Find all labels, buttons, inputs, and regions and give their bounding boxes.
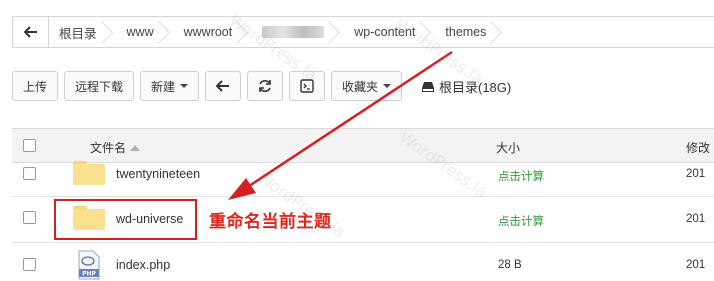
- back-arrow-icon: [23, 26, 37, 38]
- breadcrumb-item-root[interactable]: 根目录: [49, 17, 117, 47]
- file-date: 201: [686, 213, 706, 225]
- calculate-size-link[interactable]: 点击计算: [498, 213, 544, 229]
- breadcrumb: 根目录 www wwwroot wp-content themes: [12, 16, 714, 48]
- breadcrumb-back-button[interactable]: [13, 17, 49, 47]
- remote-download-button[interactable]: 远程下载: [64, 71, 135, 101]
- breadcrumb-item-wp-content[interactable]: wp-content: [344, 17, 435, 47]
- file-name[interactable]: twentynineteen: [116, 167, 200, 181]
- php-file-icon: PHP: [78, 250, 100, 280]
- breadcrumb-item-wwwroot[interactable]: wwwroot: [174, 17, 253, 47]
- terminal-icon: [300, 79, 314, 93]
- toolbar: 上传 远程下载 新建 收藏夹: [12, 71, 403, 101]
- caret-down-icon: [180, 84, 189, 88]
- table-row[interactable]: PHP index.php 28 B 201: [12, 243, 714, 281]
- column-header-modified[interactable]: 修改: [686, 139, 710, 156]
- breadcrumb-item-site[interactable]: [252, 17, 344, 47]
- annotation-text: 重命名当前主题: [209, 212, 332, 232]
- highlight-box: [54, 199, 197, 240]
- file-name[interactable]: index.php: [116, 258, 170, 272]
- hard-drive-icon: [422, 81, 434, 92]
- refresh-icon: [259, 80, 271, 92]
- file-date: 201: [686, 168, 706, 180]
- row-checkbox[interactable]: [23, 211, 36, 224]
- calculate-size-link[interactable]: 点击计算: [498, 168, 544, 184]
- file-date: 201: [686, 259, 706, 271]
- new-dropdown-button[interactable]: 新建: [140, 71, 200, 101]
- refresh-button[interactable]: [247, 71, 284, 101]
- sort-ascending-icon: [130, 145, 141, 151]
- breadcrumb-item-themes[interactable]: themes: [435, 17, 506, 47]
- svg-text:PHP: PHP: [82, 271, 96, 278]
- back-button[interactable]: [205, 71, 242, 101]
- row-checkbox[interactable]: [23, 258, 36, 271]
- column-header-size[interactable]: 大小: [496, 139, 520, 156]
- favorites-dropdown-button[interactable]: 收藏夹: [331, 71, 403, 101]
- table-row[interactable]: twentynineteen 点击计算 201: [12, 161, 714, 197]
- table-header: 文件名 大小 修改: [12, 129, 714, 163]
- disk-selector[interactable]: 根目录(18G): [421, 77, 511, 96]
- terminal-button[interactable]: [289, 71, 326, 101]
- file-size: 28 B: [498, 259, 522, 271]
- row-checkbox[interactable]: [23, 167, 36, 180]
- upload-button[interactable]: 上传: [12, 71, 59, 101]
- blurred-site-name: [262, 26, 325, 38]
- select-all-checkbox[interactable]: [23, 139, 36, 152]
- caret-down-icon: [383, 84, 392, 88]
- folder-icon: [73, 161, 105, 185]
- column-header-name[interactable]: 文件名: [90, 139, 141, 156]
- breadcrumb-item-www[interactable]: www: [117, 17, 174, 47]
- back-arrow-icon: [216, 80, 230, 92]
